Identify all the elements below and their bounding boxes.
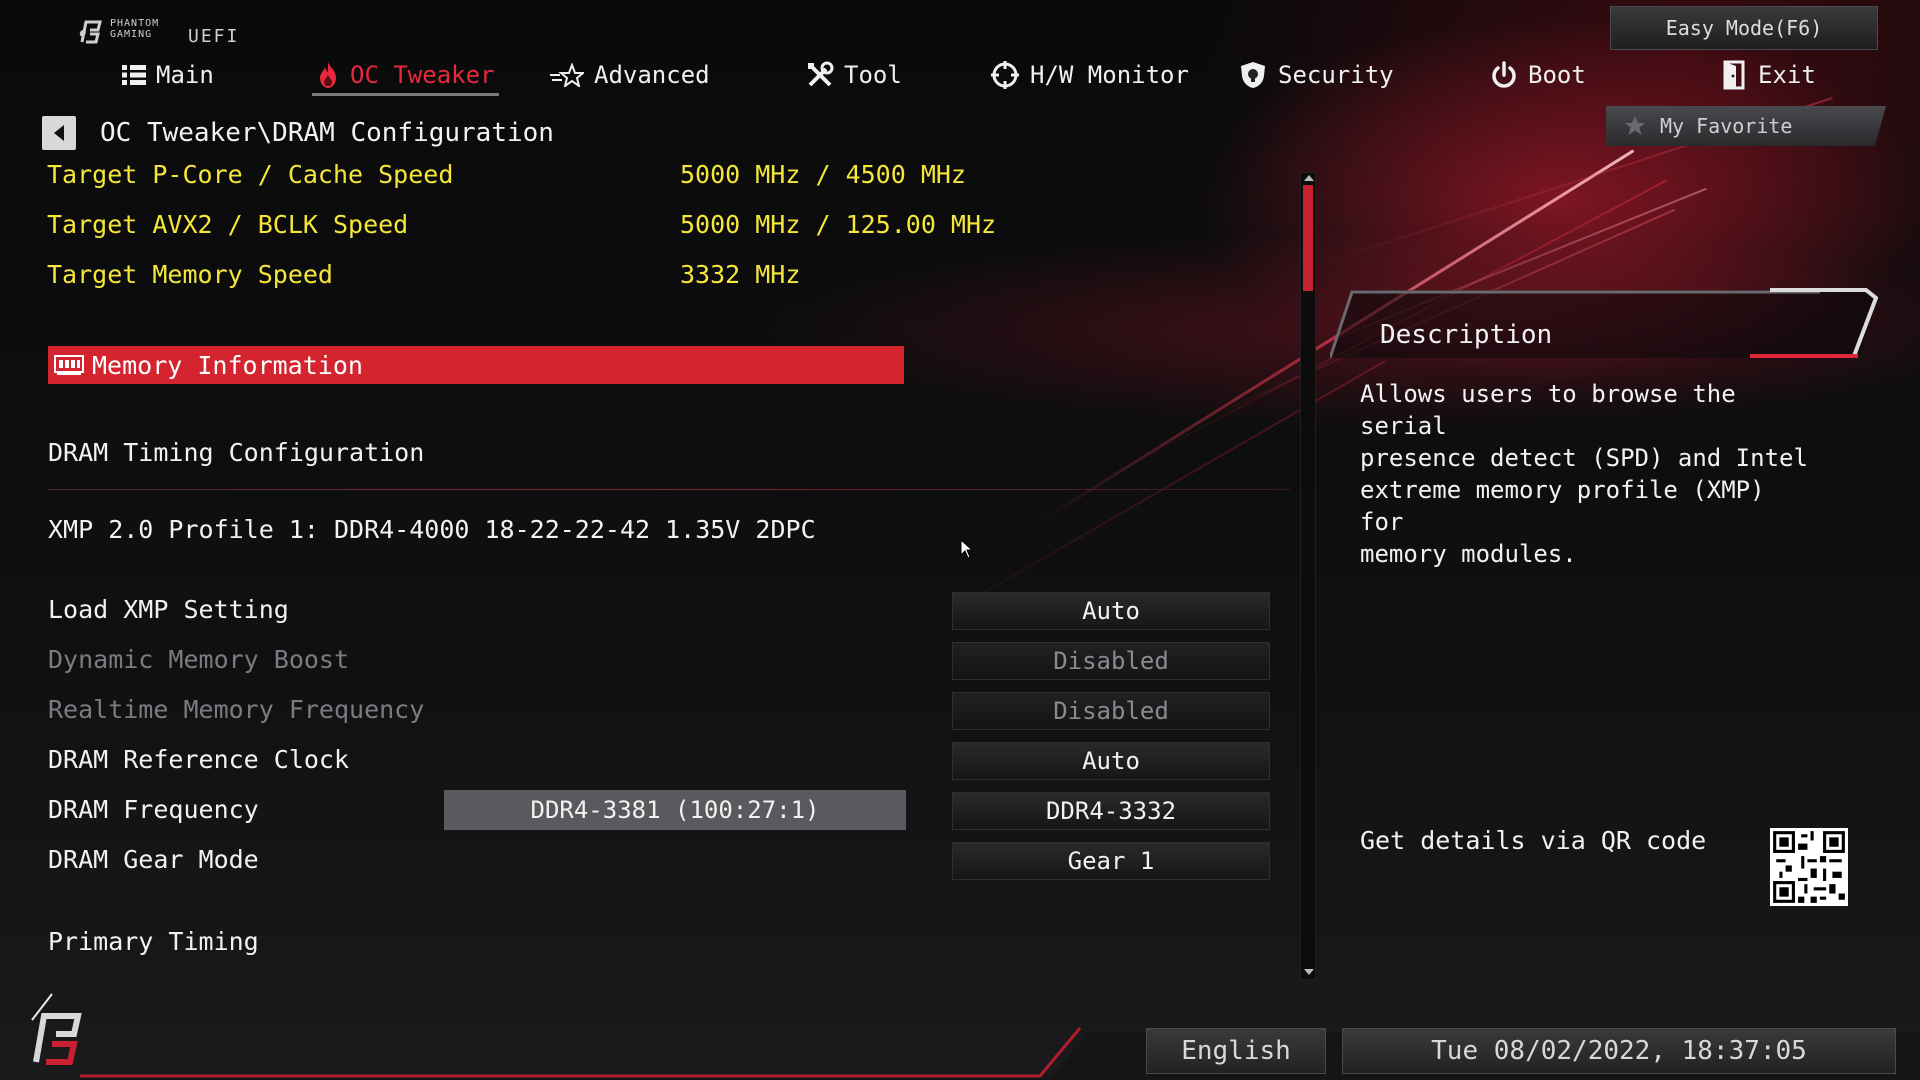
- tab-advanced[interactable]: Advanced: [550, 52, 710, 98]
- active-tab-underline: [312, 93, 499, 96]
- mouse-cursor-icon: [960, 539, 974, 559]
- realtime-memory-frequency-dropdown: Disabled: [952, 692, 1270, 730]
- dram-frequency-label: DRAM Frequency: [48, 795, 259, 824]
- my-favorite-label: My Favorite: [1660, 114, 1793, 138]
- brand-text: PHANTOM GAMING: [110, 18, 159, 40]
- datetime-display: Tue 08/02/2022, 18:37:05: [1342, 1028, 1896, 1074]
- scroll-down-arrow-icon[interactable]: [1304, 969, 1314, 975]
- power-icon: [1492, 61, 1516, 88]
- back-button[interactable]: [42, 116, 76, 150]
- dram-timing-configuration-item[interactable]: DRAM Timing Configuration: [48, 438, 424, 467]
- tab-hw-monitor-label: H/W Monitor: [1030, 61, 1189, 89]
- tab-security[interactable]: Security: [1238, 52, 1394, 98]
- scroll-up-arrow-icon[interactable]: [1304, 175, 1314, 181]
- description-title: Description: [1380, 320, 1553, 350]
- tab-oc-tweaker[interactable]: OC Tweaker: [312, 52, 499, 98]
- target-pcore-label: Target P-Core / Cache Speed: [47, 160, 454, 189]
- easy-mode-button[interactable]: Easy Mode(F6): [1610, 6, 1878, 50]
- crosshair-icon: [991, 61, 1019, 89]
- dram-reference-clock-dropdown[interactable]: Auto: [952, 742, 1270, 780]
- tab-oc-tweaker-label: OC Tweaker: [350, 61, 495, 89]
- language-selector[interactable]: English: [1146, 1028, 1326, 1074]
- shield-icon: [1241, 62, 1265, 88]
- target-avx2-label: Target AVX2 / BCLK Speed: [47, 210, 409, 239]
- tab-tool[interactable]: Tool: [806, 52, 902, 98]
- phantom-gaming-corner-logo: [31, 993, 82, 1065]
- qr-code-label: Get details via QR code: [1360, 826, 1707, 855]
- memory-information-label: Memory Information: [92, 350, 363, 380]
- scrollbar[interactable]: [1300, 172, 1316, 980]
- my-favorite-button[interactable]: My Favorite: [1606, 106, 1886, 146]
- target-pcore-value: 5000 MHz / 4500 MHz: [680, 160, 966, 189]
- dram-gear-mode-dropdown[interactable]: Gear 1: [952, 842, 1270, 880]
- tab-tool-label: Tool: [844, 61, 902, 89]
- back-arrow-icon: [54, 125, 64, 141]
- description-text: Allows users to browse the serial presen…: [1360, 380, 1808, 568]
- section-divider: [48, 489, 1290, 490]
- target-memory-value: 3332 MHz: [680, 260, 801, 289]
- target-memory-label: Target Memory Speed: [47, 260, 333, 289]
- tab-main-label: Main: [156, 61, 214, 89]
- memory-information-item[interactable]: Memory Information: [48, 346, 904, 384]
- tab-boot-label: Boot: [1528, 61, 1586, 89]
- xmp-profile-info: XMP 2.0 Profile 1: DDR4-4000 18-22-22-42…: [48, 515, 816, 544]
- dynamic-memory-boost-label: Dynamic Memory Boost: [48, 645, 350, 674]
- tools-icon: [808, 61, 834, 87]
- brand-line-1: PHANTOM: [110, 18, 160, 29]
- tab-boot[interactable]: Boot: [1490, 52, 1586, 98]
- star-icon: [550, 63, 584, 87]
- memory-module-icon: [54, 355, 84, 375]
- tab-advanced-label: Advanced: [594, 61, 710, 89]
- dram-reference-clock-label: DRAM Reference Clock: [48, 745, 350, 774]
- tab-exit-label: Exit: [1758, 61, 1816, 89]
- target-avx2-value: 5000 MHz / 125.00 MHz: [680, 210, 997, 239]
- top-navigation: Main OC Tweaker Advanced Tool H/W Monito…: [0, 52, 1920, 98]
- dram-gear-mode-label: DRAM Gear Mode: [48, 845, 259, 874]
- primary-timing-item[interactable]: Primary Timing: [48, 927, 259, 956]
- realtime-memory-frequency-label: Realtime Memory Frequency: [48, 695, 425, 724]
- tab-exit[interactable]: Exit: [1722, 52, 1816, 98]
- tab-hw-monitor[interactable]: H/W Monitor: [990, 52, 1189, 98]
- exit-icon: [1723, 60, 1745, 90]
- tab-security-label: Security: [1278, 61, 1394, 89]
- favorite-star-icon: [1625, 116, 1645, 135]
- pg-logo-icon: [80, 20, 102, 44]
- dram-frequency-dropdown[interactable]: DDR4-3332: [952, 792, 1270, 830]
- dram-frequency-readout: DDR4-3381 (100:27:1): [444, 790, 906, 830]
- scroll-thumb[interactable]: [1303, 185, 1313, 291]
- uefi-label: UEFI: [188, 26, 240, 47]
- list-icon: [122, 65, 146, 85]
- qr-code-image: [1770, 828, 1848, 906]
- load-xmp-setting-dropdown[interactable]: Auto: [952, 592, 1270, 630]
- flame-icon: [320, 62, 336, 88]
- breadcrumb: OC Tweaker\DRAM Configuration: [100, 118, 554, 148]
- dynamic-memory-boost-dropdown: Disabled: [952, 642, 1270, 680]
- brand-line-2: GAMING: [110, 29, 153, 40]
- tab-main[interactable]: Main: [122, 52, 214, 98]
- load-xmp-setting-label: Load XMP Setting: [48, 595, 289, 624]
